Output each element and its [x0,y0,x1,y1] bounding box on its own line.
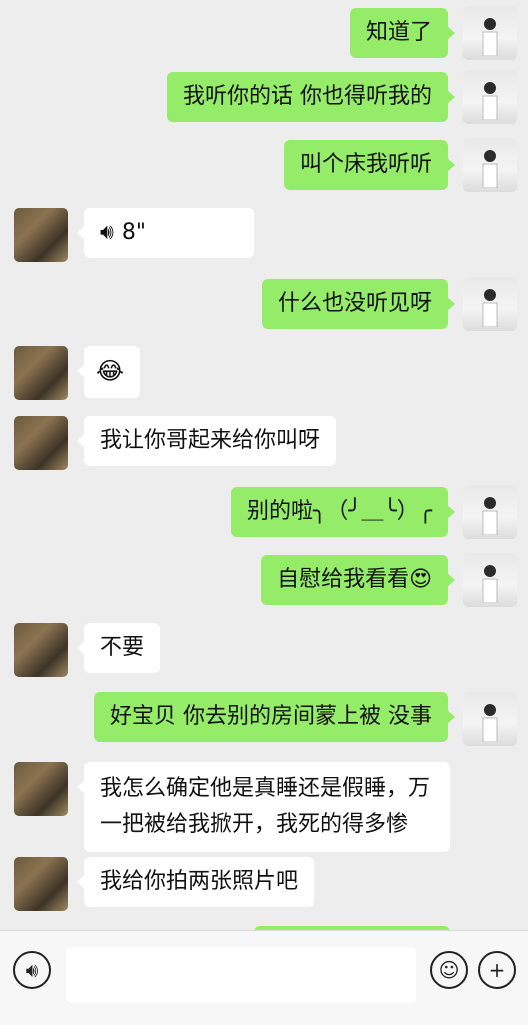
my-avatar[interactable] [463,692,517,746]
contact-message-bubble[interactable]: 我怎么确定他是真睡还是假睡，万一把被给我掀开，我死的得多惨 [77,762,450,852]
contact-message-bubble[interactable]: 不要 [76,623,161,673]
emoji-button[interactable]: ☺ [430,951,468,989]
emoji-icon: ☺ [438,958,460,982]
message-text: 我让你哥起来给你叫呀 [100,428,321,453]
chat-input-bar: 🔊︎ ☺ + [0,930,528,1025]
contact-avatar[interactable] [14,208,68,262]
my-message-bubble[interactable]: 别的啦╮（╯＿╰）╭ [231,487,455,537]
message-text: 我怎么确定他是真睡还是假睡，万一把被给我掀开，我死的得多惨 [100,776,431,837]
my-avatar[interactable] [463,138,517,192]
message-text: 什么也没听见呀 [277,291,432,316]
voice-message-bubble[interactable]: 🔊︎ 8" [77,208,254,258]
my-avatar[interactable] [463,485,517,539]
contact-message-bubble[interactable]: 我给你拍两张照片吧 [76,857,315,907]
my-message-bubble[interactable]: 叫个床我听听 [283,140,456,190]
my-avatar[interactable] [463,277,517,331]
voice-icon: 🔊︎ [25,958,39,982]
person-avatar-icon [482,497,498,535]
add-icon: + [488,958,506,982]
emoji-icon: 😂 [96,357,125,385]
message-text: 叫个床我听听 [299,152,432,177]
voice-icon: 🔊︎ [100,220,114,245]
my-message-bubble[interactable]: 好宝贝 你去别的房间蒙上被 没事 [94,692,455,742]
emoji-message-bubble[interactable]: 😂 [77,346,140,398]
message-text: 好宝贝 你去别的房间蒙上被 没事 [110,704,432,729]
my-message-bubble[interactable]: 知道了 [349,8,456,58]
message-text: 我给你拍两张照片吧 [100,869,299,894]
person-avatar-icon [482,150,498,188]
my-message-bubble[interactable]: 我听你的话 你也得听我的 [167,72,455,122]
person-avatar-icon [482,82,498,120]
message-input[interactable] [66,947,416,1003]
message-text: 不要 [100,635,145,660]
message-text: 别的啦╮（╯＿╰）╭ [247,499,432,524]
voice-duration: 8" [121,220,146,245]
message-text: 我听你的话 你也得听我的 [183,84,432,109]
contact-avatar[interactable] [14,346,68,400]
my-message-bubble[interactable]: 自慰给我看看😍 [261,555,455,605]
message-text: 自慰给我看看😍 [277,567,432,592]
person-avatar-icon [482,565,498,603]
my-avatar[interactable] [463,6,517,60]
contact-avatar[interactable] [14,857,68,911]
my-avatar[interactable] [463,70,517,124]
contact-avatar[interactable] [14,762,68,816]
person-avatar-icon [482,704,498,742]
message-text: 知道了 [365,20,432,45]
contact-avatar[interactable] [14,623,68,677]
voice-input-button[interactable]: 🔊︎ [13,951,51,989]
person-avatar-icon [482,289,498,327]
contact-avatar[interactable] [14,416,68,470]
my-message-bubble[interactable]: 什么也没听见呀 [261,279,456,329]
person-avatar-icon [482,18,498,56]
add-button[interactable]: + [478,951,516,989]
my-avatar[interactable] [463,553,517,607]
contact-message-bubble[interactable]: 我让你哥起来给你叫呀 [76,416,337,466]
